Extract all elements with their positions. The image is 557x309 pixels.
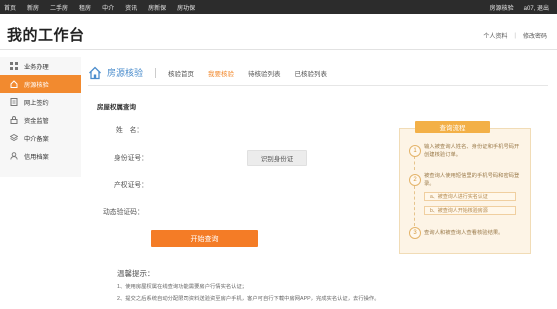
step-number: 2 (409, 174, 421, 186)
sidebar-item-label: 中介备案 (24, 135, 49, 143)
flow-title: 查询流程 (415, 121, 490, 133)
nav-rent[interactable]: 租房 (79, 3, 91, 12)
tips-title: 温馨提示： (117, 269, 155, 278)
profile-link[interactable]: 个人资料 (483, 31, 507, 40)
sidebar-item-fund-supervision[interactable]: 资金监管 (0, 111, 81, 129)
sidebar-item-agency-record[interactable]: 中介备案 (0, 129, 81, 147)
substep-box: b、被查询人开始核验房源 (424, 206, 516, 215)
tab-verify-home[interactable]: 核验首页 (168, 68, 194, 78)
header-separator: | (514, 32, 516, 39)
dynamic-code-input[interactable] (155, 202, 235, 216)
nav-news[interactable]: 资讯 (125, 3, 137, 12)
house-icon (9, 80, 18, 89)
top-navigation-bar: 首页 新房 二手房 租房 中介 资讯 房新保 房功保 房源核验 a07, 退出 (0, 0, 557, 14)
sidebar-item-label: 房源核验 (24, 81, 49, 89)
tab-i-want-verify[interactable]: 我要核验 (208, 68, 234, 78)
tip-item: 1、使用房屋权属在线查询功能需要房户行情实名认证； (117, 284, 248, 290)
step-text: 被查询人使用短信里的手机号码和密码登录。 (424, 173, 520, 187)
verify-link[interactable]: 房源核验 (490, 3, 514, 12)
nav-new-house[interactable]: 新房 (27, 3, 39, 12)
top-user-area: 房源核验 a07, 退出 (480, 0, 549, 14)
property-cert-label: 产权证号： (114, 182, 148, 189)
sidebar-item-house-verify[interactable]: 房源核验 (0, 75, 81, 93)
sidebar-item-label: 网上签约 (24, 99, 49, 107)
document-icon (9, 98, 18, 107)
sidebar-item-label: 信用档案 (24, 153, 49, 161)
top-nav-links: 首页 新房 二手房 租房 中介 资讯 房新保 房功保 (4, 3, 206, 12)
step-number: 3 (409, 227, 421, 239)
property-cert-input[interactable] (155, 175, 235, 189)
sidebar-item-credit-file[interactable]: 信用档案 (0, 147, 81, 165)
nav-home[interactable]: 首页 (4, 3, 16, 12)
lock-icon (9, 116, 18, 125)
header-links: 个人资料 | 修改密码 (483, 31, 547, 41)
dynamic-code-label: 动态验证码： (103, 209, 144, 216)
flow-connector (414, 156, 415, 170)
user-icon (9, 152, 18, 161)
nav-agency[interactable]: 中介 (102, 3, 114, 12)
sidebar-item-online-sign[interactable]: 网上签约 (0, 93, 81, 111)
house-icon (89, 66, 101, 79)
tab-verified-list[interactable]: 已核验列表 (295, 68, 328, 78)
header-divider (0, 49, 557, 50)
id-number-input[interactable] (155, 148, 235, 162)
sidebar-item-label: 资金监管 (24, 117, 49, 125)
tip-item: 2、提交之后系统自动分配限司资料送验资至房户手机，客户可自行下载中房网APP，完… (117, 296, 380, 302)
main-tab-bar: 房源核验 核验首页 我要核验 待核验列表 已核验列表 (88, 60, 548, 86)
form-title: 房屋权属查询 (97, 104, 136, 111)
sidebar-item-business[interactable]: 业务办理 (0, 57, 81, 75)
change-password-link[interactable]: 修改密码 (523, 31, 547, 40)
grid-icon (9, 62, 18, 71)
page-title: 我的工作台 (7, 27, 85, 44)
step-text: 输入被查询人姓名、身份证和手机号码开创建核验订单。 (424, 144, 520, 158)
name-input[interactable] (155, 120, 235, 134)
name-label: 姓 名： (116, 127, 144, 134)
start-query-button[interactable]: 开始查询 (151, 230, 258, 247)
tab-pending-list[interactable]: 待核验列表 (248, 68, 281, 78)
section-title: 房源核验 (107, 68, 144, 78)
id-number-label: 身份证号： (114, 155, 148, 162)
nav-fangxinbao[interactable]: 房新保 (148, 3, 166, 12)
user-account-link[interactable]: a07, 退出 (524, 3, 549, 12)
sidebar-item-label: 业务办理 (24, 63, 49, 71)
tab-divider (155, 67, 157, 78)
layers-icon (9, 134, 18, 143)
step-text: 查询人和被查询人查看核验结果。 (424, 230, 504, 236)
substep-box: a、被查询人进行实名认证 (424, 192, 516, 201)
step-number: 1 (409, 145, 421, 157)
recognize-id-button[interactable]: 识别身份证 (247, 150, 307, 166)
nav-second-hand[interactable]: 二手房 (50, 3, 68, 12)
sidebar: 业务办理 房源核验 网上签约 资金监管 中介备案 信用档案 (0, 57, 81, 177)
flow-connector (414, 186, 415, 226)
nav-fanggongbao[interactable]: 房功保 (177, 3, 195, 12)
